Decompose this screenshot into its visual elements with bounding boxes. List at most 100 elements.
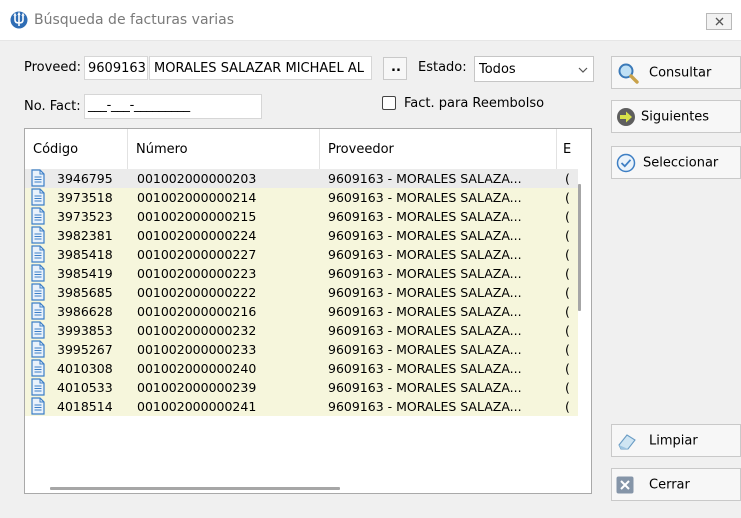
estado-selected-value: Todos <box>479 62 516 77</box>
cell-e: ( <box>565 171 570 186</box>
cell-codigo: 4010533 <box>57 380 113 395</box>
limpiar-button[interactable]: Limpiar <box>611 424 741 457</box>
cell-proveedor: 9609163 - MORALES SALAZA... <box>328 171 522 186</box>
column-header-numero[interactable]: Número <box>128 129 320 169</box>
column-header-codigo[interactable]: Código <box>25 129 128 169</box>
cell-e: ( <box>565 190 570 205</box>
table-row[interactable]: 3986628 001002000000216 9609163 - MORALES … <box>25 302 578 321</box>
table-row[interactable]: 3985419 001002000000223 9609163 - MORALES … <box>25 264 578 283</box>
siguientes-label: Siguientes <box>641 109 710 124</box>
column-header-e[interactable]: E <box>557 129 587 169</box>
column-header-proveedor[interactable]: Proveedor <box>320 129 557 169</box>
cell-codigo: 3993853 <box>57 323 113 338</box>
document-icon <box>31 264 45 282</box>
cell-proveedor: 9609163 - MORALES SALAZA... <box>328 380 522 395</box>
table-row[interactable]: 3995267 001002000000233 9609163 - MORALES … <box>25 340 578 359</box>
table-row[interactable]: 3985685 001002000000222 9609163 - MORALES … <box>25 283 578 302</box>
cell-numero: 001002000000227 <box>137 247 257 262</box>
cell-codigo: 3946795 <box>57 171 113 186</box>
cerrar-button[interactable]: Cerrar <box>611 468 741 501</box>
cell-numero: 001002000000232 <box>137 323 257 338</box>
document-icon <box>31 245 45 263</box>
horizontal-scrollbar-thumb[interactable] <box>50 487 340 490</box>
document-icon <box>31 226 45 244</box>
cell-e: ( <box>565 247 570 262</box>
cell-numero: 001002000000224 <box>137 228 257 243</box>
estado-select[interactable]: Todos <box>474 56 594 82</box>
reembolso-checkbox[interactable] <box>382 96 396 110</box>
table-row[interactable]: 3973518 001002000000214 9609163 - MORALES … <box>25 188 578 207</box>
table-row[interactable]: 3946795 001002000000203 9609163 - MORALES … <box>25 169 578 188</box>
cell-codigo: 4010308 <box>57 361 113 376</box>
cell-e: ( <box>565 342 570 357</box>
table-row[interactable]: 3973523 001002000000215 9609163 - MORALES … <box>25 207 578 226</box>
cell-e: ( <box>565 323 570 338</box>
document-icon <box>31 359 45 377</box>
document-icon <box>31 283 45 301</box>
consultar-label: Consultar <box>649 65 712 80</box>
proveedor-name-input[interactable]: MORALES SALAZAR MICHAEL AL <box>149 56 372 80</box>
cell-numero: 001002000000215 <box>137 209 257 224</box>
nofact-mask: ___-___-_________ <box>88 98 190 113</box>
consultar-button[interactable]: Consultar <box>611 56 741 89</box>
cell-e: ( <box>565 399 570 414</box>
siguientes-button[interactable]: Siguientes <box>611 100 741 133</box>
cell-e: ( <box>565 228 570 243</box>
cell-e: ( <box>565 266 570 281</box>
cell-numero: 001002000000216 <box>137 304 257 319</box>
reembolso-label: Fact. para Reembolso <box>404 96 545 111</box>
table-row[interactable]: 3982381 001002000000224 9609163 - MORALES … <box>25 226 578 245</box>
cell-numero: 001002000000214 <box>137 190 257 205</box>
cell-e: ( <box>565 361 570 376</box>
document-icon <box>31 321 45 339</box>
table-row[interactable]: 3993853 001002000000232 9609163 - MORALES … <box>25 321 578 340</box>
table-row[interactable]: 4010308 001002000000240 9609163 - MORALES … <box>25 359 578 378</box>
nofact-input[interactable]: ___-___-_________ <box>84 94 262 119</box>
cell-proveedor: 9609163 - MORALES SALAZA... <box>328 304 522 319</box>
trident-app-icon <box>10 11 28 29</box>
cell-proveedor: 9609163 - MORALES SALAZA... <box>328 247 522 262</box>
invoice-table[interactable]: Código Número Proveedor E 3946795 0010020… <box>24 128 592 494</box>
cell-codigo: 3985685 <box>57 285 113 300</box>
seleccionar-button[interactable]: Seleccionar <box>611 146 741 179</box>
cell-proveedor: 9609163 - MORALES SALAZA... <box>328 285 522 300</box>
title-bar[interactable]: Búsqueda de facturas varias <box>0 0 741 41</box>
dialog-window: Búsqueda de facturas varias Proveed: 960… <box>0 0 741 518</box>
proveedor-name-value: MORALES SALAZAR MICHAEL AL <box>154 61 364 76</box>
cell-proveedor: 9609163 - MORALES SALAZA... <box>328 399 522 414</box>
cell-e: ( <box>565 380 570 395</box>
window-title: Búsqueda de facturas varias <box>34 12 235 28</box>
cell-proveedor: 9609163 - MORALES SALAZA... <box>328 323 522 338</box>
document-icon <box>31 397 45 415</box>
proveedor-lookup-button[interactable]: .. <box>383 57 407 80</box>
cell-proveedor: 9609163 - MORALES SALAZA... <box>328 266 522 281</box>
cell-proveedor: 9609163 - MORALES SALAZA... <box>328 209 522 224</box>
proveedor-code-input[interactable]: 9609163 <box>84 56 148 80</box>
vertical-scrollbar-thumb[interactable] <box>578 184 581 311</box>
cell-numero: 001002000000239 <box>137 380 257 395</box>
cell-codigo: 3982381 <box>57 228 113 243</box>
cell-numero: 001002000000241 <box>137 399 257 414</box>
cell-numero: 001002000000223 <box>137 266 257 281</box>
cell-codigo: 3973518 <box>57 190 113 205</box>
document-icon <box>31 169 45 187</box>
check-circle-icon <box>616 153 636 172</box>
cell-proveedor: 9609163 - MORALES SALAZA... <box>328 190 522 205</box>
proveedor-label: Proveed: <box>24 60 81 75</box>
cell-numero: 001002000000222 <box>137 285 257 300</box>
document-icon <box>31 302 45 320</box>
seleccionar-label: Seleccionar <box>643 155 719 170</box>
table-row[interactable]: 4010533 001002000000239 9609163 - MORALES … <box>25 378 578 397</box>
cell-numero: 001002000000240 <box>137 361 257 376</box>
table-row[interactable]: 3985418 001002000000227 9609163 - MORALES … <box>25 245 578 264</box>
limpiar-label: Limpiar <box>649 433 698 448</box>
cell-numero: 001002000000203 <box>137 171 257 186</box>
arrow-right-circle-icon <box>617 107 635 126</box>
cell-codigo: 3973523 <box>57 209 113 224</box>
table-row[interactable]: 4018514 001002000000241 9609163 - MORALES … <box>25 397 578 416</box>
cell-numero: 001002000000233 <box>137 342 257 357</box>
close-box-icon <box>616 476 634 493</box>
cell-e: ( <box>565 209 570 224</box>
close-button[interactable] <box>706 13 732 30</box>
document-icon <box>31 340 45 358</box>
